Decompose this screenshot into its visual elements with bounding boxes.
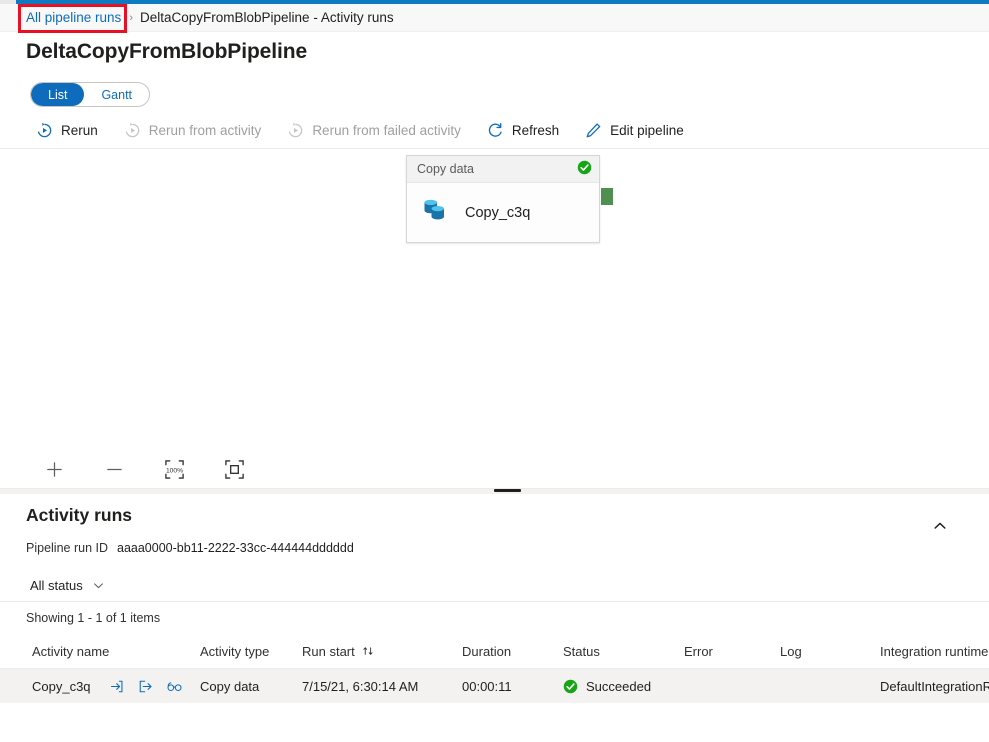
cell-activity-name: Copy_c3q [0,679,200,694]
zoom-fit-to-screen-button[interactable] [222,457,246,481]
rerun-from-activity-button[interactable]: Rerun from activity [124,122,262,139]
column-header-status[interactable]: Status [563,644,684,659]
rerun-button[interactable]: Rerun [36,122,98,139]
cell-status: Succeeded [563,679,684,694]
table-header-row: Activity name Activity type Run start Du… [0,635,989,669]
column-header-integration-runtime[interactable]: Integration runtime [880,644,989,659]
activity-runs-panel: Activity runs Pipeline run ID aaaa0000-b… [0,495,989,742]
page-title: DeltaCopyFromBlobPipeline [26,40,308,63]
activity-node-type-label: Copy data [417,162,474,176]
activity-node-header: Copy data [407,156,599,183]
input-icon[interactable] [109,679,124,694]
tab-list[interactable]: List [31,83,85,106]
breadcrumb-current: DeltaCopyFromBlobPipeline - Activity run… [139,10,394,25]
edit-pipeline-label: Edit pipeline [610,122,684,138]
view-mode-toggle[interactable]: List Gantt [30,82,151,107]
activity-runs-title: Activity runs [26,505,132,525]
rerun-label: Rerun [61,122,98,138]
status-succeeded-icon [563,679,578,693]
breadcrumb-separator-icon: › [129,11,133,24]
activity-node-name: Copy_c3q [465,204,531,221]
activity-name-value: Copy_c3q [32,678,91,694]
activity-node-body: Copy_c3q [407,183,599,242]
cell-integration-runtime: DefaultIntegrationRuntime [880,678,989,694]
zoom-out-button[interactable] [102,457,126,481]
pencil-icon [585,122,602,139]
activity-runs-page: All pipeline runs › DeltaCopyFromBlobPip… [0,0,989,742]
column-header-run-start-label: Run start [302,644,355,659]
rerun-from-failed-activity-icon [287,122,304,139]
column-header-run-start[interactable]: Run start [302,644,462,659]
pipeline-canvas[interactable]: Copy data Copy_c3q [0,149,989,450]
activity-node-copy-data[interactable]: Copy data Copy_c3q [406,155,600,243]
activity-node-success-port[interactable] [601,188,613,205]
column-header-log[interactable]: Log [780,644,880,659]
toolbar: Rerun Rerun from activity Rerun from fai… [0,112,989,149]
chevron-down-icon [93,583,103,589]
column-header-activity-name[interactable]: Activity name [0,644,200,659]
cell-activity-type: Copy data [200,678,260,694]
rerun-from-activity-label: Rerun from activity [148,122,262,138]
showing-count: Showing 1 - 1 of 1 items [26,611,161,625]
rerun-icon [36,122,53,139]
canvas-zoom-controls: 100% [0,450,989,488]
cell-duration: 00:00:11 [462,678,512,694]
status-filter-dropdown[interactable]: All status [30,578,105,593]
refresh-icon [487,122,504,139]
chevron-up-icon [934,522,946,529]
output-icon[interactable] [138,679,153,694]
pipeline-run-id-value: aaaa0000-bb11-2222-33cc-444444dddddd [117,541,354,555]
rerun-from-failed-activity-label: Rerun from failed activity [312,122,461,138]
status-badge: Succeeded [586,678,652,694]
collapse-panel-button[interactable] [929,515,951,537]
rerun-from-failed-activity-button[interactable]: Rerun from failed activity [287,122,461,139]
details-glasses-icon[interactable] [167,679,182,694]
panel-splitter-grip[interactable] [494,489,521,492]
row-action-icons [109,679,182,694]
refresh-button[interactable]: Refresh [487,122,559,139]
status-filter-row: All status [0,570,989,602]
activity-runs-table: Activity name Activity type Run start Du… [0,635,989,703]
rerun-from-activity-icon [124,122,141,139]
breadcrumb: All pipeline runs › DeltaCopyFromBlobPip… [0,4,989,32]
pipeline-run-id-row: Pipeline run ID aaaa0000-bb11-2222-33cc-… [26,541,354,555]
pipeline-run-id-label: Pipeline run ID [26,541,108,555]
sort-ascending-descending-icon [363,647,373,655]
table-row[interactable]: Copy_c3q Copy data 7/15/21, 6:30:14 AM 0… [0,669,989,703]
zoom-in-button[interactable] [42,457,66,481]
column-header-duration[interactable]: Duration [462,644,563,659]
cell-run-start: 7/15/21, 6:30:14 AM [302,678,419,694]
status-filter-value: All status [30,578,83,593]
breadcrumb-all-pipeline-runs-link[interactable]: All pipeline runs [26,10,121,25]
column-header-activity-type[interactable]: Activity type [200,644,302,659]
column-header-error[interactable]: Error [684,644,780,659]
tab-gantt[interactable]: Gantt [84,83,149,106]
activity-status-success-icon [577,160,592,178]
zoom-reset-100-button[interactable]: 100% [162,457,186,481]
refresh-label: Refresh [511,122,560,138]
svg-text:100%: 100% [165,467,182,474]
edit-pipeline-button[interactable]: Edit pipeline [585,122,684,139]
copy-data-icon [421,195,451,230]
